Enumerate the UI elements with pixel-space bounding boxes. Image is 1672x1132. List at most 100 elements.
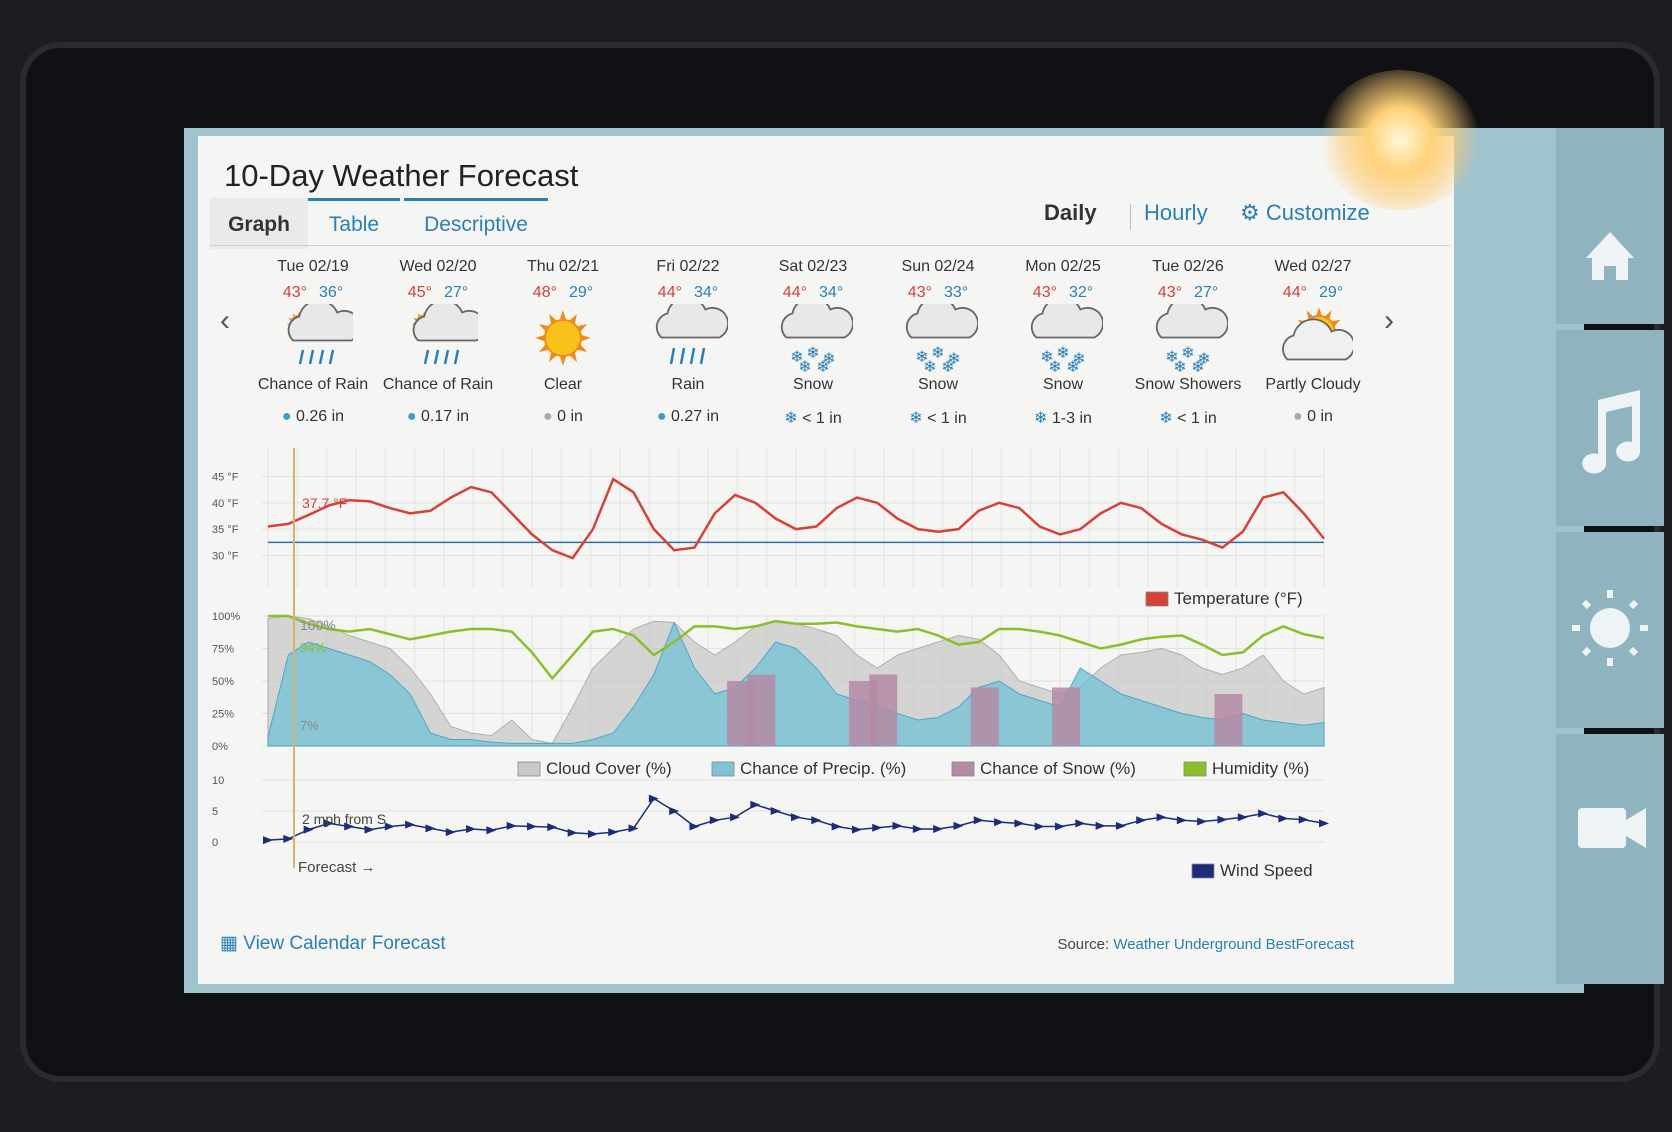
tab-table[interactable]: Table <box>308 198 400 249</box>
day-temps: 44° 34° <box>754 284 872 302</box>
tab-descriptive[interactable]: Descriptive <box>404 198 548 249</box>
legend-label: Temperature (°F) <box>1174 589 1303 608</box>
sun-icon <box>535 310 591 366</box>
day-column[interactable]: Tue 02/26 43° 27° ❄ ❄ ❄ ❄ ❄ Snow Showers ❄ < … <box>1129 248 1247 448</box>
day-date: Sat 02/23 <box>778 258 848 275</box>
precip-amount: 0.26 in <box>296 408 345 425</box>
rain-streak <box>679 347 686 365</box>
hourly-toggle[interactable]: Hourly <box>1144 200 1208 226</box>
day-temps: 44° 34° <box>629 284 747 302</box>
daily-toggle[interactable]: Daily <box>1044 200 1097 226</box>
sun-shape <box>535 310 591 366</box>
day-precip: ● 0 in <box>504 408 622 426</box>
sky-panel: 100% 75% 50% 25% 0% 100% 94% 7% <box>212 611 1325 753</box>
day-temps: 43° 27° <box>1129 284 1247 302</box>
snowflake-icon: ❄ <box>1159 410 1173 427</box>
cursor-temperature: 37.7 °F <box>302 495 347 511</box>
snowflake-icon: ❄ <box>784 410 798 427</box>
wind-direction-marker <box>1298 815 1309 824</box>
next-days-arrow[interactable]: › <box>1384 304 1394 338</box>
prev-days-arrow[interactable]: ‹ <box>220 304 230 338</box>
day-date: Wed 02/20 <box>399 258 477 275</box>
wind-direction-marker <box>892 821 903 830</box>
forecast-panel: 10-Day Weather Forecast Graph Table Desc… <box>198 136 1454 984</box>
y-tick-label: 75% <box>212 644 234 656</box>
wind-direction-marker <box>791 813 801 822</box>
legend-swatch <box>951 761 975 777</box>
wind-direction-marker <box>506 821 517 830</box>
wind-direction-marker <box>770 807 781 815</box>
view-calendar-link[interactable]: ▦ View Calendar Forecast <box>220 932 446 955</box>
cloud-shape <box>905 304 978 339</box>
legend-precip: Chance of Precip. (%) <box>711 759 906 778</box>
gray-drop-icon: ● <box>543 408 553 425</box>
day-temps: 43° 33° <box>879 284 997 302</box>
precip-amount: 0.27 in <box>671 408 720 425</box>
source-attribution: Source: Weather Underground BestForecast <box>1057 936 1354 953</box>
wind-direction-marker <box>1136 816 1147 825</box>
day-precip: ❄ < 1 in <box>1129 408 1247 428</box>
day-date: Tue 02/19 <box>277 258 349 275</box>
day-precip: ● 0.27 in <box>629 408 747 426</box>
low-temp: 32° <box>1069 284 1094 301</box>
day-column[interactable]: Wed 02/27 44° 29° Partly Cloudy ● 0 in <box>1254 248 1372 448</box>
music-button[interactable] <box>1556 330 1664 526</box>
high-temp: 44° <box>657 284 682 301</box>
sun-ray <box>581 334 591 342</box>
high-temp: 43° <box>1032 284 1057 301</box>
lamp-glare <box>1320 70 1480 210</box>
snow-cloud-icon: ❄ ❄ ❄❄ ❄ <box>1155 304 1228 374</box>
day-temps: 44° 29° <box>1254 284 1372 302</box>
day-column[interactable]: Mon 02/25 43° 32° ❄ ❄ ❄ ❄ ❄ Snow ❄ 1-3 in <box>1004 248 1122 448</box>
day-date: Sun 02/24 <box>901 258 975 275</box>
precip-amount: 0.17 in <box>421 408 470 425</box>
day-column[interactable]: Fri 02/22 44° 34° Rain ● 0.27 in <box>629 248 747 448</box>
wind-direction-marker <box>486 826 497 835</box>
snowflake-glyph: ❄ <box>1066 359 1079 374</box>
wind-direction-marker <box>405 820 416 829</box>
precip-amount: < 1 in <box>927 410 967 427</box>
cursor-precip: 7% <box>300 718 319 733</box>
rain-streak <box>453 349 460 365</box>
brightness-button[interactable] <box>1556 532 1664 728</box>
wind-direction-marker <box>1156 813 1167 822</box>
temperature-panel: 45 °F 40 °F 35 °F 30 °F 37.7 °F <box>212 472 1325 562</box>
wind-direction-marker <box>608 828 619 837</box>
source-link[interactable]: Weather Underground BestForecast <box>1113 936 1354 953</box>
day-column[interactable]: Sat 02/23 44° 34° ❄ ❄ ❄ ❄ ❄ Snow ❄ < 1 in <box>754 248 872 448</box>
day-column[interactable]: Wed 02/20 45° 27° Chance of Rain ● 0.17 i… <box>379 248 497 448</box>
legend-swatch <box>1145 591 1169 607</box>
wind-direction-marker <box>912 824 923 833</box>
low-temp: 36° <box>319 284 344 301</box>
snow-chance-bar <box>1052 687 1080 746</box>
cloud-outline <box>905 304 978 339</box>
home-button[interactable] <box>1556 128 1664 324</box>
low-temp: 27° <box>1194 284 1219 301</box>
day-column[interactable]: Tue 02/19 43° 36° Chance of Rain ● 0.26 i… <box>254 248 372 448</box>
y-tick-label: 35 °F <box>212 524 239 536</box>
day-precip: ❄ < 1 in <box>879 408 997 428</box>
low-temp: 29° <box>1319 284 1344 301</box>
day-precip: ❄ 1-3 in <box>1004 408 1122 428</box>
gear-icon: ⚙ <box>1240 200 1260 225</box>
snow-chance-bar <box>869 674 898 746</box>
wind-direction-marker <box>1115 821 1126 830</box>
day-condition: Snow <box>917 376 959 393</box>
day-column[interactable]: Thu 02/21 48° 29° Clear ● 0 in <box>504 248 622 448</box>
brightness-icon <box>1572 590 1648 666</box>
cursor-humidity: 94% <box>300 640 326 655</box>
tab-graph[interactable]: Graph <box>210 198 308 249</box>
partly-cloudy-rain-icon <box>286 304 353 365</box>
source-prefix: Source: <box>1057 936 1114 953</box>
legend-snow: Chance of Snow (%) <box>951 759 1136 778</box>
customize-button[interactable]: ⚙ Customize <box>1240 200 1370 226</box>
snow-cloud-icon: ❄ ❄ ❄❄ ❄ <box>780 304 853 374</box>
camera-button[interactable] <box>1556 734 1664 984</box>
snowflake-glyph: ❄ <box>923 359 936 374</box>
day-column[interactable]: Sun 02/24 43° 33° ❄ ❄ ❄ ❄ ❄ Snow ❄ < 1 in <box>879 248 997 448</box>
wind-direction-marker <box>851 825 862 834</box>
day-temps: 45° 27° <box>379 284 497 302</box>
cloud-outline <box>1030 304 1103 339</box>
low-temp: 27° <box>444 284 469 301</box>
snow-chance-bar <box>747 674 776 746</box>
